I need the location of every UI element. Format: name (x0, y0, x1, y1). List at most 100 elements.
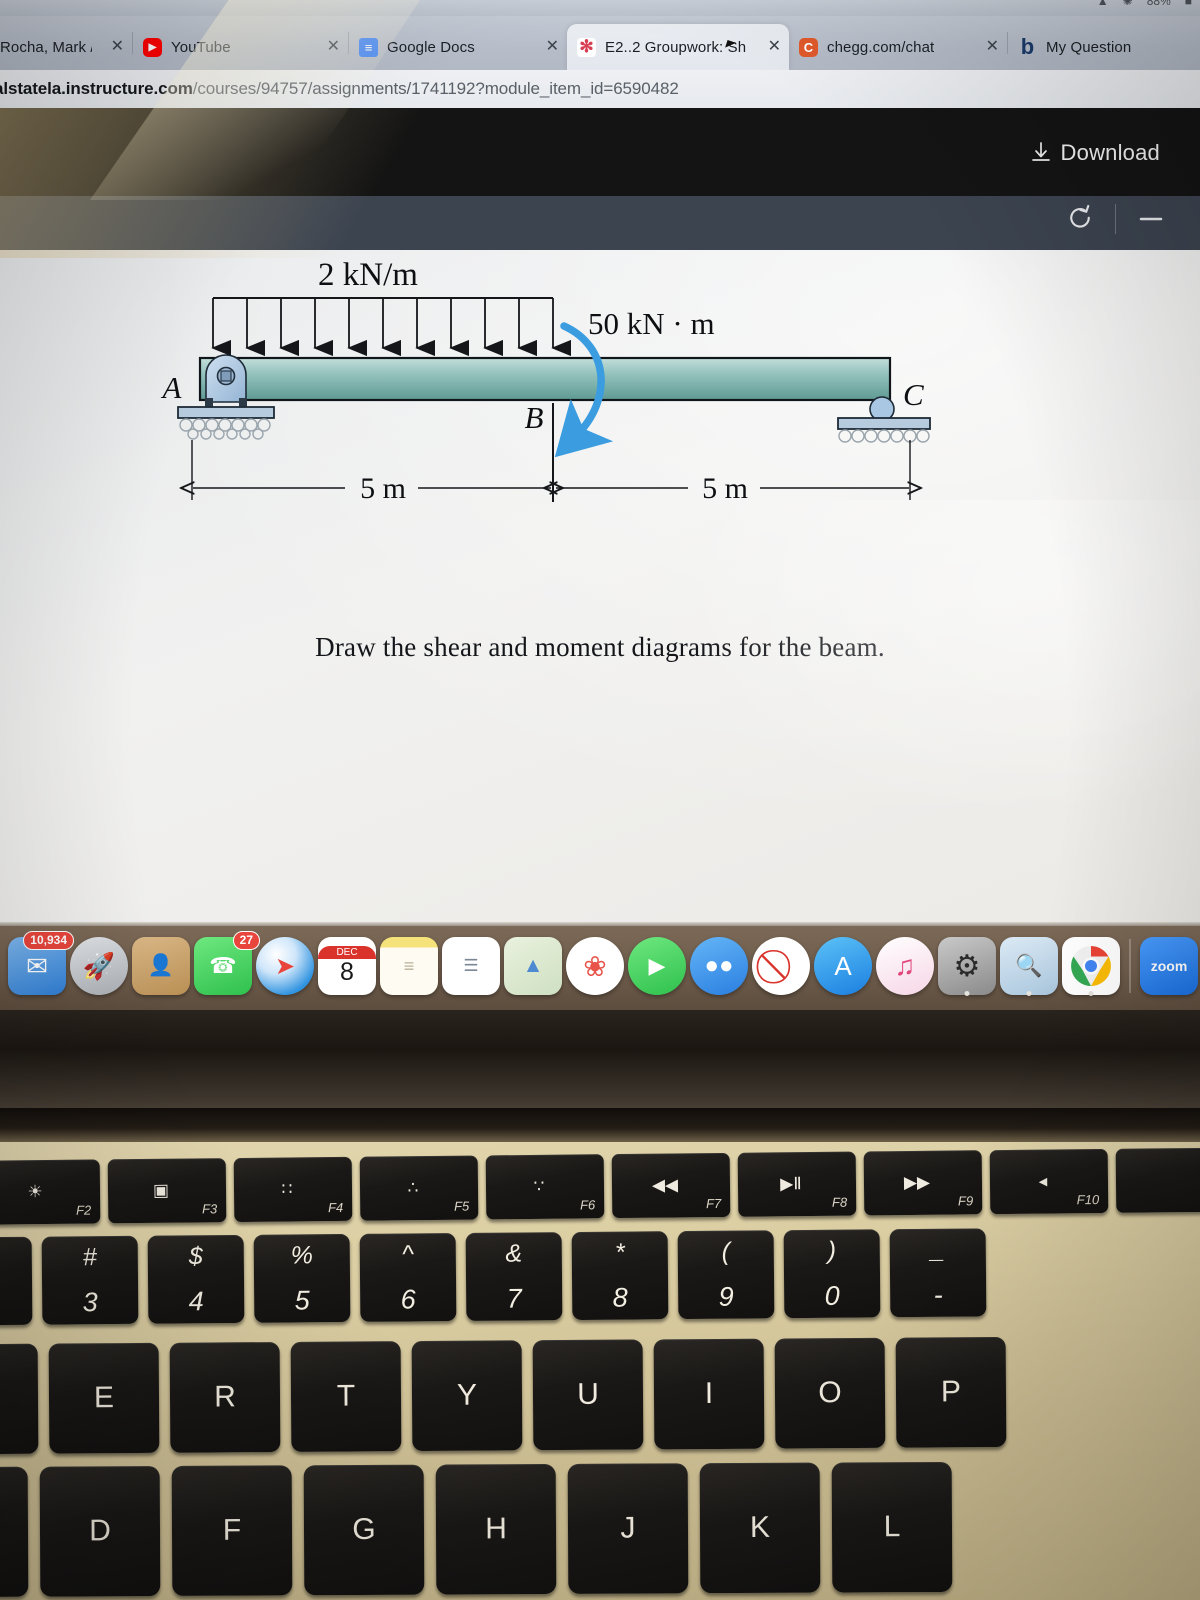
key-i[interactable]: I (653, 1338, 765, 1450)
dock-item-photos[interactable]: ❀ (564, 934, 626, 998)
key-l[interactable]: L (831, 1461, 953, 1593)
minimize-icon[interactable] (1136, 204, 1166, 234)
dock-item-calendar[interactable]: DEC 8 (316, 934, 378, 998)
keyboard-number-row: @ 2 # 3 $ 4 % 5 ^ 6 & 7 (0, 1226, 1200, 1326)
key-k[interactable]: K (699, 1462, 821, 1594)
battery-icon[interactable]: ■ (1185, 0, 1192, 8)
dock-item-itunes[interactable]: ♫ (874, 934, 936, 998)
key-g[interactable]: G (303, 1464, 425, 1596)
tab-close-icon[interactable]: ✕ (768, 39, 781, 55)
key-f10[interactable]: ◂ F10 (989, 1148, 1109, 1215)
dock-item-system-preferences[interactable]: ⚙ (936, 934, 998, 998)
key-char: - (933, 1279, 943, 1310)
contacts-icon: 👤 (132, 937, 190, 995)
key-j[interactable]: J (567, 1463, 689, 1594)
dock-item-reminders[interactable]: ☰ (440, 934, 502, 998)
browser-tab-canvas-assignments[interactable]: Rocha, Mark / ✕ (0, 24, 132, 70)
browser-tab-youtube[interactable]: ▶ YouTube ✕ (133, 24, 348, 70)
beam-diagram-figure: 2 kN/m 50 kN · m A B C 5 m 5 m (0, 250, 1200, 580)
key-9[interactable]: ( 9 (677, 1230, 775, 1320)
browser-address-bar[interactable]: alstatela.instructure.com/courses/94757/… (0, 70, 1200, 108)
key-3[interactable]: # 3 (41, 1235, 139, 1325)
macos-dock[interactable]: ✉ 10,934 🚀 👤 ☎ 27 ➤ DEC 8 ≡ ☰ ▲ ❀ ▶ ●● A… (0, 922, 1200, 1010)
key-r[interactable]: R (169, 1342, 281, 1453)
key-f4[interactable]: ∷ F4 (233, 1156, 353, 1223)
bartleby-icon: b (1020, 34, 1035, 59)
rotate-icon[interactable] (1065, 204, 1095, 234)
dock-item-launchpad[interactable]: 🚀 (68, 934, 130, 998)
key-char: F (222, 1513, 242, 1547)
dock-item-maps[interactable]: ▲ (502, 934, 564, 998)
key-f8[interactable]: ▶Ⅱ F8 (737, 1151, 857, 1217)
key-4[interactable]: $ 4 (147, 1234, 245, 1324)
wifi-icon[interactable]: ▲ (1097, 0, 1109, 8)
reminders-icon: ☰ (442, 937, 500, 995)
tab-close-icon[interactable]: ✕ (111, 39, 124, 55)
dock-item-facetime[interactable]: ▶ (626, 934, 688, 998)
dock-item-contacts[interactable]: 👤 (130, 934, 192, 998)
key-0[interactable]: ) 0 (783, 1229, 881, 1319)
dock-item-preview[interactable]: 🔍 (998, 934, 1060, 998)
tab-close-icon[interactable]: ✕ (546, 39, 559, 55)
key-h[interactable]: H (435, 1463, 557, 1595)
dock-item-mail[interactable]: ✉ 10,934 (6, 931, 74, 998)
key-f7[interactable]: ◀◀ F7 (611, 1152, 731, 1219)
tab-close-icon[interactable]: ✕ (986, 39, 999, 55)
browser-tab-chegg[interactable]: C chegg.com/chat ✕ (789, 24, 1007, 70)
key-8[interactable]: * 8 (571, 1231, 669, 1321)
key-2[interactable]: @ 2 (0, 1236, 33, 1326)
key-s[interactable]: S (0, 1466, 29, 1598)
dock-item-safari[interactable]: ➤ (254, 934, 316, 998)
youtube-icon: ▶ (143, 37, 162, 57)
key-shift-char: _ (930, 1235, 945, 1264)
key-f9[interactable]: ▶▶ F9 (863, 1150, 983, 1216)
safari-icon: ➤ (256, 937, 314, 995)
key-d[interactable]: D (39, 1466, 161, 1597)
key-label: F2 (75, 1202, 92, 1218)
browser-tab-google-docs[interactable]: ≡ Google Docs ✕ (349, 24, 567, 70)
browser-tab-strip[interactable]: Rocha, Mark / ✕ ▶ YouTube ✕ ≡ Google Doc… (0, 16, 1200, 70)
key-e[interactable]: E (48, 1342, 160, 1454)
key-f3[interactable]: ▣ F3 (107, 1158, 227, 1224)
key-6[interactable]: ^ 6 (359, 1233, 457, 1322)
key-p[interactable]: P (895, 1336, 1007, 1448)
key-t[interactable]: T (290, 1341, 402, 1452)
key-shift-char: ) (827, 1236, 837, 1265)
laptop-lower-bezel (0, 1010, 1200, 1122)
key-char: 9 (718, 1281, 734, 1312)
dock-item-messages[interactable]: ☎ 27 (192, 931, 260, 998)
dock-item-app-store[interactable]: A (812, 934, 874, 998)
key-f[interactable]: F (171, 1465, 293, 1596)
browser-tab-e2-groupwork[interactable]: ✻ E2..2 Groupwork: Sh ✕ (567, 24, 789, 70)
key-char: 7 (506, 1283, 522, 1314)
key-f11[interactable] (1115, 1147, 1200, 1213)
tab-close-icon[interactable]: ✕ (327, 39, 340, 55)
key-f5[interactable]: ∴ F5 (359, 1155, 479, 1221)
key-y[interactable]: Y (411, 1340, 523, 1452)
dock-item-restricted-app[interactable]: ⃠ (750, 934, 812, 998)
key-5[interactable]: % 5 (253, 1233, 351, 1323)
download-button[interactable]: Download (1030, 140, 1160, 166)
rewind-icon: ◀◀ (651, 1175, 679, 1195)
key-char: J (620, 1511, 636, 1545)
key-f6[interactable]: ∵ F6 (485, 1154, 605, 1220)
label-distributed-load: 2 kN/m (318, 257, 418, 293)
dock-item-zoom[interactable]: zoom (1138, 934, 1200, 998)
dock-item-notes[interactable]: ≡ (378, 934, 440, 998)
key-o[interactable]: O (774, 1337, 886, 1449)
key-u[interactable]: U (532, 1339, 644, 1451)
browser-tab-bartleby[interactable]: b My Question (1008, 24, 1198, 70)
bluetooth-icon[interactable]: ✺ (1123, 0, 1133, 8)
download-icon (1031, 142, 1050, 161)
key-7[interactable]: & 7 (465, 1232, 563, 1321)
tab-title: chegg.com/chat (827, 38, 935, 56)
mission-control-icon: ▣ (152, 1180, 170, 1200)
key-minus[interactable]: _ - (889, 1228, 987, 1318)
key-f2[interactable]: ☀ F2 (0, 1159, 101, 1225)
dock-item-messages-bubble[interactable]: ●● (688, 934, 750, 998)
url-path: /courses/94757/assignments/1741192?modul… (192, 79, 679, 98)
key-w[interactable]: W (0, 1343, 39, 1455)
dock-item-google-chrome[interactable] (1060, 934, 1122, 998)
key-char: 3 (82, 1287, 98, 1318)
keyboard-function-row: ☀ F2 ▣ F3 ∷ F4 ∴ F5 ∵ F6 ◀◀ F7 ▶Ⅱ F8 ▶▶ … (0, 1147, 1200, 1225)
